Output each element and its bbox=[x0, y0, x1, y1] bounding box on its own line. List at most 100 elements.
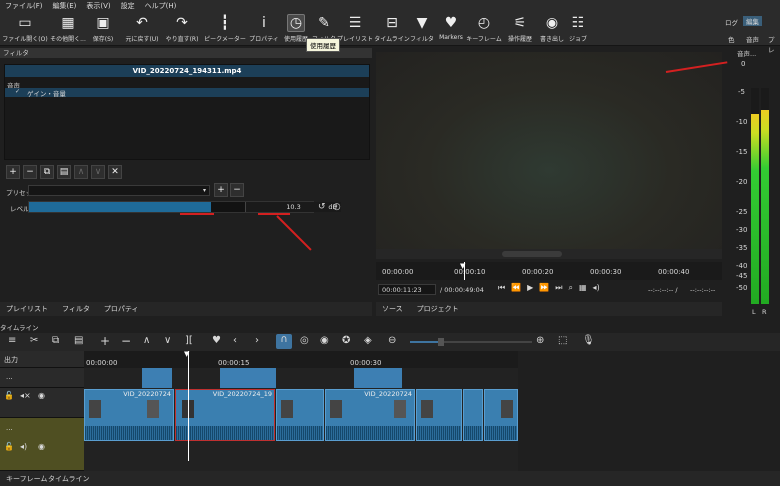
track-header-1[interactable]: ... bbox=[0, 368, 84, 388]
volume-icon[interactable]: ◂) bbox=[593, 283, 600, 293]
tab-project[interactable]: プロジェクト bbox=[417, 304, 459, 314]
checkbox-icon[interactable]: ✓ bbox=[15, 88, 20, 95]
timeline-clip[interactable] bbox=[484, 389, 518, 441]
playlist-button[interactable]: ☰ プレイリスト bbox=[335, 14, 375, 43]
tab-timeline[interactable]: タイムライン bbox=[48, 474, 90, 484]
level-spinbox[interactable]: 10.3 dB bbox=[245, 202, 341, 212]
layout-color-tab[interactable]: 色 bbox=[728, 34, 735, 44]
track-header-v1[interactable]: 🔓 ◂× ◉ bbox=[0, 388, 84, 418]
deselect-filter-button[interactable]: ✕ bbox=[108, 165, 122, 179]
eye-icon[interactable]: ◉ bbox=[38, 442, 45, 451]
jobs-button[interactable]: ☷ ジョブ bbox=[558, 14, 598, 43]
layout-player-tab[interactable]: プレ bbox=[768, 34, 780, 54]
keyframes-button[interactable]: ◴ キーフレーム bbox=[464, 14, 504, 43]
reset-icon[interactable]: ↺ bbox=[318, 202, 326, 212]
snap-icon[interactable]: ∩ bbox=[276, 334, 292, 349]
eye-icon[interactable]: ◉ bbox=[38, 391, 45, 400]
playhead-marker-icon[interactable]: ▼ bbox=[184, 350, 189, 358]
overwrite-icon[interactable]: ∨ bbox=[164, 335, 171, 346]
copy-icon[interactable]: ⧉ bbox=[52, 335, 59, 346]
play-icon[interactable]: ▶ bbox=[527, 283, 533, 293]
gap-clip[interactable] bbox=[354, 368, 402, 388]
timeline-clip[interactable]: VID_20220724 bbox=[325, 389, 415, 441]
skip-previous-icon[interactable]: ⏮ bbox=[498, 283, 505, 293]
layout-audio-tab[interactable]: 音声 bbox=[746, 34, 759, 44]
tab-keyframes[interactable]: キーフレーム bbox=[6, 474, 47, 484]
lock-icon[interactable]: 🔓 bbox=[4, 442, 14, 451]
zoom-out-icon[interactable]: ⊖ bbox=[388, 335, 396, 346]
timeline-clip[interactable] bbox=[463, 389, 483, 441]
timeline-tracks[interactable]: 00:00:00 00:00:15 00:00:30 VID_20220724 … bbox=[84, 350, 518, 471]
layout-log-tab[interactable]: ログ bbox=[725, 17, 738, 27]
tab-source[interactable]: ソース bbox=[382, 304, 403, 314]
timeline-ruler[interactable]: 00:00:00 00:00:15 00:00:30 bbox=[84, 351, 518, 368]
save-button[interactable]: ▣ 保存(S) bbox=[83, 14, 123, 43]
zoom-in-icon[interactable]: ⊕ bbox=[536, 335, 544, 346]
next-marker-icon[interactable]: › bbox=[255, 335, 259, 346]
remove-icon[interactable]: − bbox=[121, 334, 131, 348]
zoom-slider-handle[interactable] bbox=[438, 338, 444, 346]
zoom-slider[interactable] bbox=[410, 338, 532, 346]
tab-playlist[interactable]: プレイリスト bbox=[6, 304, 48, 314]
split-icon[interactable]: ][ bbox=[185, 335, 193, 346]
open-file-button[interactable]: ▭ ファイル開く(O) bbox=[2, 14, 47, 43]
gap-clip[interactable] bbox=[220, 368, 276, 388]
lock-icon[interactable]: 🔓 bbox=[4, 391, 14, 400]
cut-icon[interactable]: ✂ bbox=[30, 335, 38, 346]
tab-filters[interactable]: フィルタ bbox=[62, 304, 90, 314]
gap-clip[interactable] bbox=[142, 368, 172, 388]
menu-file[interactable]: ファイル(F) bbox=[0, 1, 48, 11]
add-filter-button[interactable]: + bbox=[6, 165, 20, 179]
ripple-all-icon[interactable]: ✪ bbox=[342, 335, 350, 346]
mute-icon[interactable]: ◂× bbox=[20, 391, 31, 400]
keyframe-stopwatch-icon[interactable]: ◴ bbox=[333, 202, 341, 212]
timeline-clip[interactable] bbox=[276, 389, 324, 441]
video-viewer[interactable] bbox=[376, 52, 722, 249]
menu-help[interactable]: ヘルプ(H) bbox=[140, 1, 182, 11]
marker-add-icon[interactable]: ♥ bbox=[212, 335, 221, 346]
ripple-markers-icon[interactable]: ◈ bbox=[364, 335, 372, 346]
playhead-marker-icon[interactable]: ▼ bbox=[460, 262, 465, 270]
undo-button[interactable]: ↶ 元に戻す(U) bbox=[122, 14, 162, 43]
redo-button[interactable]: ↷ やり直す(R) bbox=[162, 14, 202, 43]
timecode-field[interactable]: 00:00:11:23 bbox=[378, 284, 436, 295]
timeline-clip[interactable]: VID_20220724 bbox=[84, 389, 174, 441]
remove-filter-button[interactable]: − bbox=[23, 165, 37, 179]
viewer-scrollbar[interactable] bbox=[376, 249, 722, 259]
delete-preset-button[interactable]: − bbox=[230, 183, 244, 197]
scrollbar-thumb[interactable] bbox=[502, 251, 562, 257]
move-up-button[interactable]: ∧ bbox=[74, 165, 88, 179]
peak-meter-button[interactable]: ┇ ピークメーター bbox=[204, 14, 246, 43]
timeline-clip-selected[interactable]: VID_20220724_19 bbox=[175, 389, 275, 441]
zoom-icon[interactable]: ⌕ bbox=[569, 283, 573, 293]
ripple-icon[interactable]: ◉ bbox=[320, 335, 329, 346]
lift-icon[interactable]: ∧ bbox=[143, 335, 150, 346]
copy-filter-button[interactable]: ⧉ bbox=[40, 165, 54, 179]
move-down-button[interactable]: ∨ bbox=[91, 165, 105, 179]
menu-edit[interactable]: 編集(E) bbox=[48, 1, 82, 11]
append-icon[interactable]: + bbox=[100, 334, 110, 348]
paste-filter-button[interactable]: ▤ bbox=[57, 165, 71, 179]
paste-icon[interactable]: ▤ bbox=[74, 335, 83, 346]
menu-view[interactable]: 表示(V) bbox=[81, 1, 115, 11]
fast-forward-icon[interactable]: ⏩ bbox=[539, 283, 549, 293]
zoom-fit-icon[interactable]: ⬚ bbox=[558, 335, 567, 346]
menu-settings[interactable]: 設定 bbox=[116, 1, 140, 11]
save-preset-button[interactable]: + bbox=[214, 183, 228, 197]
layout-edit-tab[interactable]: 編集 bbox=[743, 16, 762, 26]
level-slider[interactable]: 10.3 dB bbox=[28, 201, 341, 213]
skip-next-icon[interactable]: ⏭ bbox=[555, 283, 562, 293]
timeline-clip[interactable] bbox=[416, 389, 462, 441]
grid-icon[interactable]: ▦ bbox=[579, 283, 587, 293]
prev-marker-icon[interactable]: ‹ bbox=[233, 335, 237, 346]
volume-track-icon[interactable]: ◂) bbox=[20, 442, 27, 451]
tab-properties[interactable]: プロパティ bbox=[104, 304, 139, 314]
preset-select[interactable]: ▾ bbox=[28, 185, 210, 196]
open-other-button[interactable]: ▦ その他開く... bbox=[48, 14, 88, 43]
menu-icon[interactable]: ≡ bbox=[8, 335, 16, 346]
rewind-icon[interactable]: ⏪ bbox=[511, 283, 521, 293]
track-header-v2[interactable]: ... 🔓 ◂) ◉ bbox=[0, 418, 84, 471]
scrub-icon[interactable]: ◎ bbox=[300, 335, 309, 346]
timeline-playhead[interactable] bbox=[188, 351, 189, 461]
viewer-ruler[interactable]: 00:00:00 00:00:10 00:00:20 00:00:30 00:0… bbox=[376, 262, 722, 280]
